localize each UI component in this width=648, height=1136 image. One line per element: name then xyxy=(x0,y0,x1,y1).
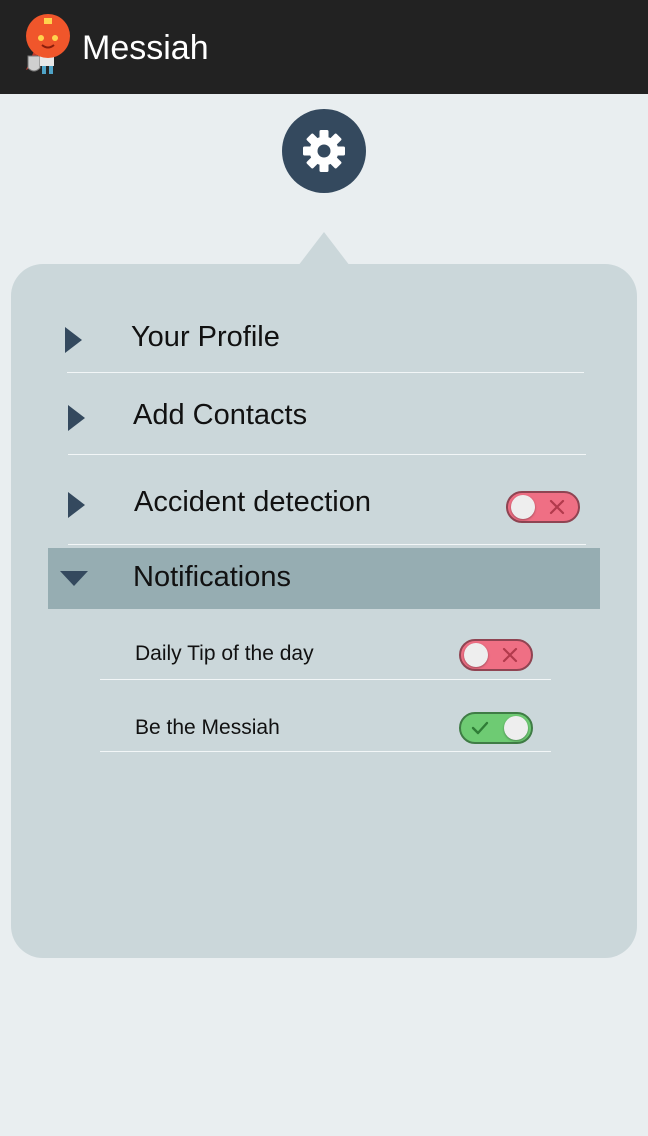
divider xyxy=(68,544,586,545)
popover-arrow xyxy=(298,232,350,266)
gear-icon xyxy=(303,130,345,172)
menu-item-label: Accident detection xyxy=(134,486,371,518)
divider xyxy=(100,679,551,680)
triangle-right-icon xyxy=(68,492,85,518)
menu-item-label: Your Profile xyxy=(131,321,280,353)
app-title: Messiah xyxy=(82,29,209,67)
notification-item-daily-tip: Daily Tip of the day xyxy=(11,620,637,676)
divider xyxy=(100,751,551,752)
toggle-knob xyxy=(511,495,535,519)
accident-detection-toggle[interactable] xyxy=(506,491,580,523)
notification-item-be-the-messiah: Be the Messiah xyxy=(11,696,637,752)
menu-item-notifications[interactable]: Notifications xyxy=(48,548,600,609)
settings-panel: Your Profile Add Contacts Accident detec… xyxy=(11,264,637,958)
divider xyxy=(68,454,586,455)
notification-item-label: Daily Tip of the day xyxy=(135,642,314,665)
menu-item-add-contacts[interactable]: Add Contacts xyxy=(11,386,637,452)
action-bar: Messiah xyxy=(0,0,648,94)
menu-item-label: Notifications xyxy=(133,561,291,593)
menu-item-your-profile[interactable]: Your Profile xyxy=(11,308,637,374)
x-icon xyxy=(502,647,518,663)
x-icon xyxy=(549,499,565,515)
triangle-right-icon xyxy=(65,327,82,353)
divider xyxy=(67,372,584,373)
triangle-down-icon xyxy=(60,571,88,586)
check-icon xyxy=(471,721,489,735)
toggle-knob xyxy=(504,716,528,740)
app-logo-icon[interactable] xyxy=(20,12,76,82)
triangle-right-icon xyxy=(68,405,85,431)
be-the-messiah-toggle[interactable] xyxy=(459,712,533,744)
daily-tip-toggle[interactable] xyxy=(459,639,533,671)
settings-gear-button[interactable] xyxy=(282,109,366,193)
toggle-knob xyxy=(464,643,488,667)
menu-item-label: Add Contacts xyxy=(133,399,308,431)
menu-item-accident-detection[interactable]: Accident detection xyxy=(11,470,637,536)
notification-item-label: Be the Messiah xyxy=(135,716,280,739)
